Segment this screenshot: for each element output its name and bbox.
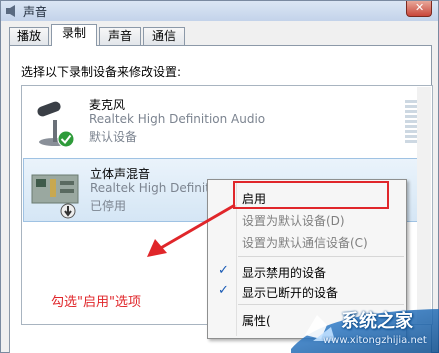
annotation-text: 勾选"启用"选项 xyxy=(51,295,141,310)
menu-item-show-disconnected[interactable]: 显示已断开的设备 xyxy=(242,284,338,301)
instruction-text: 选择以下录制设备来修改设置: xyxy=(21,65,182,79)
title-bar[interactable]: 声音 ✕ xyxy=(1,1,438,21)
green-check-icon xyxy=(57,130,75,148)
device-status: 默认设备 xyxy=(89,130,138,144)
watermark-name: 系统之家 xyxy=(341,311,413,332)
check-icon: ✓ xyxy=(218,263,229,278)
tab-sounds[interactable]: 声音 xyxy=(99,27,141,45)
device-driver: Realtek High Definition Audio xyxy=(89,112,266,126)
menu-item-set-default[interactable]: 设置为默认设备(D) xyxy=(242,212,345,229)
window-title: 声音 xyxy=(23,5,48,19)
device-name: 立体声混音 xyxy=(90,167,151,181)
tab-communications[interactable]: 通信 xyxy=(143,27,185,45)
close-icon: ✕ xyxy=(415,1,425,14)
sound-dialog: 声音 ✕ 播放 录制 声音 通信 选择以下录制设备来修改设置: 麦克风 Real… xyxy=(0,0,439,353)
menu-item-properties[interactable]: 属性( xyxy=(242,312,271,329)
watermark-url: www.xitongzhijia.net xyxy=(323,335,427,346)
menu-item-show-disabled[interactable]: 显示禁用的设备 xyxy=(242,264,326,281)
close-button[interactable]: ✕ xyxy=(406,1,432,17)
highlight-box xyxy=(233,181,389,209)
device-name: 麦克风 xyxy=(89,98,126,112)
annotation-arrow xyxy=(147,203,236,257)
check-icon: ✓ xyxy=(218,283,229,298)
device-status: 已停用 xyxy=(90,199,127,213)
tab-playback[interactable]: 播放 xyxy=(9,27,49,45)
scrollbar[interactable] xyxy=(417,87,431,323)
disabled-arrow-icon xyxy=(60,203,76,219)
device-item-microphone[interactable]: 麦克风 Realtek High Definition Audio 默认设备 xyxy=(23,90,431,154)
speaker-icon xyxy=(6,5,15,17)
menu-separator xyxy=(238,256,404,257)
watermark: 系统之家 www.xitongzhijia.net xyxy=(283,305,439,353)
tab-recording[interactable]: 录制 xyxy=(51,24,97,46)
menu-item-set-default-comm[interactable]: 设置为默认通信设备(C) xyxy=(242,234,368,251)
